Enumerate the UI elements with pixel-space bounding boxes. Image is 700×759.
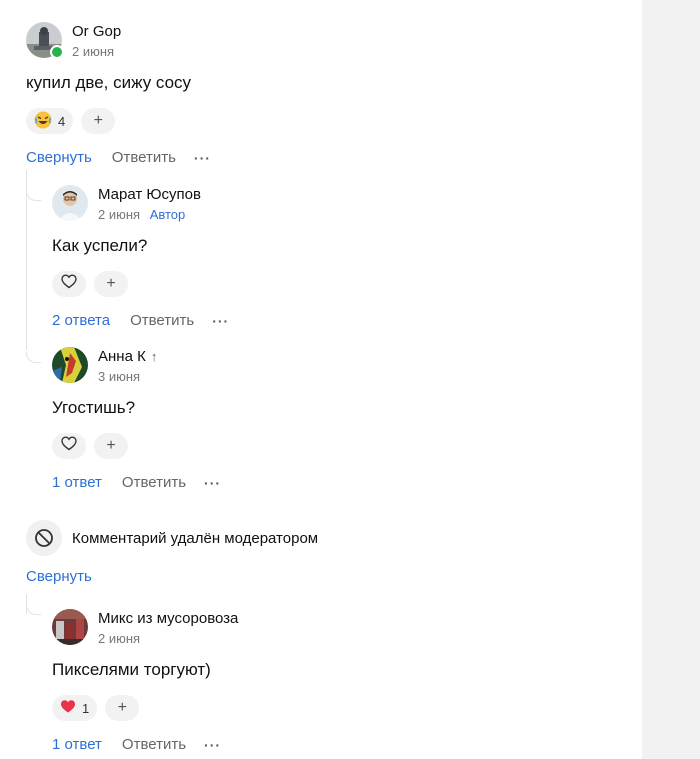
avatar[interactable] <box>26 22 64 59</box>
reply-button[interactable]: Ответить <box>112 148 176 168</box>
reaction-count: 1 <box>82 700 90 716</box>
heart-outline-icon <box>61 436 77 456</box>
comment-header: Анна К ↑ 3 июня <box>52 347 221 385</box>
add-reaction-button[interactable]: + <box>94 271 128 297</box>
heart-outline-icon <box>61 274 77 294</box>
reactions-bar: 1 + <box>52 695 238 721</box>
deleted-comment: Комментарий удалён модератором <box>26 520 318 556</box>
replies-link[interactable]: 1 ответ <box>52 473 102 493</box>
add-reaction-button[interactable]: + <box>105 695 140 721</box>
reply-button[interactable]: Ответить <box>130 311 194 331</box>
comment-text: Угостишь? <box>52 398 136 417</box>
reaction-heart-button[interactable]: 1 <box>52 695 98 721</box>
right-side-panel <box>642 0 700 759</box>
comment-anna: Анна К ↑ 3 июня Угостишь? + 1 ответ Отве… <box>52 347 221 493</box>
comments-feed: Or Gop 2 июня купил две, сижу сосу 4 + С… <box>0 0 642 759</box>
comment-text: Как успели? <box>52 236 148 255</box>
comment-text: купил две, сижу сосу <box>26 73 192 92</box>
comment-actions: 1 ответ Ответить ··· <box>52 473 221 493</box>
blocked-icon <box>26 520 62 556</box>
more-icon[interactable]: ··· <box>204 735 221 755</box>
author-name[interactable]: Марат Юсупов <box>98 186 201 204</box>
avatar[interactable] <box>52 185 88 221</box>
reaction-laugh-button[interactable]: 4 <box>26 108 74 134</box>
heart-filled-icon <box>60 699 76 717</box>
plus-icon: + <box>93 112 103 129</box>
comment-actions: 2 ответа Ответить ··· <box>52 311 229 331</box>
author-badge: Автор <box>149 207 186 222</box>
collapse-link[interactable]: Свернуть <box>26 148 92 168</box>
add-reaction-button[interactable]: + <box>81 108 116 134</box>
replies-link[interactable]: 1 ответ <box>52 735 102 755</box>
laughing-emoji-icon <box>34 111 52 132</box>
reactions-bar: + <box>52 271 229 297</box>
comment-marat: Марат Юсупов 2 июня Автор Как успели? + <box>52 185 229 331</box>
arrow-up-icon[interactable]: ↑ <box>151 348 158 366</box>
like-button[interactable] <box>52 271 86 297</box>
reactions-bar: + <box>52 433 221 459</box>
collapse-link[interactable]: Свернуть <box>26 568 92 585</box>
reply-button[interactable]: Ответить <box>122 473 186 493</box>
add-reaction-button[interactable]: + <box>94 433 128 459</box>
reply-button[interactable]: Ответить <box>122 735 186 755</box>
reactions-bar: 4 + <box>26 108 211 134</box>
online-indicator <box>50 45 64 59</box>
author-name[interactable]: Анна К <box>98 348 146 366</box>
comment-or-gop: Or Gop 2 июня купил две, сижу сосу 4 + С… <box>26 22 211 168</box>
avatar[interactable] <box>52 347 88 383</box>
comment-header: Марат Юсупов 2 июня Автор <box>52 185 229 223</box>
plus-icon: + <box>106 275 116 292</box>
more-icon[interactable]: ··· <box>194 148 211 168</box>
reaction-count: 4 <box>58 113 66 129</box>
avatar[interactable] <box>52 609 88 645</box>
replies-link[interactable]: 2 ответа <box>52 311 110 331</box>
more-icon[interactable]: ··· <box>212 311 229 331</box>
comment-date[interactable]: 2 июня <box>98 207 140 222</box>
more-icon[interactable]: ··· <box>204 473 221 493</box>
plus-icon: + <box>106 437 116 454</box>
comment-date[interactable]: 2 июня <box>72 44 114 59</box>
comment-miks: Микс из мусоровоза 2 июня Пикселями торг… <box>52 609 238 755</box>
comment-text: Пикселями торгуют) <box>52 660 211 679</box>
comment-header: Микс из мусоровоза 2 июня <box>52 609 238 647</box>
plus-icon: + <box>117 699 127 716</box>
comment-date[interactable]: 2 июня <box>98 631 140 646</box>
comment-date[interactable]: 3 июня <box>98 369 140 384</box>
like-button[interactable] <box>52 433 86 459</box>
comment-actions: 1 ответ Ответить ··· <box>52 735 238 755</box>
author-name[interactable]: Or Gop <box>72 23 121 41</box>
thread-connector <box>26 352 41 363</box>
deleted-comment-text: Комментарий удалён модератором <box>72 529 319 547</box>
comment-header: Or Gop 2 июня <box>26 22 211 60</box>
comment-actions: Свернуть Ответить ··· <box>26 148 211 168</box>
author-name[interactable]: Микс из мусоровоза <box>98 610 238 628</box>
